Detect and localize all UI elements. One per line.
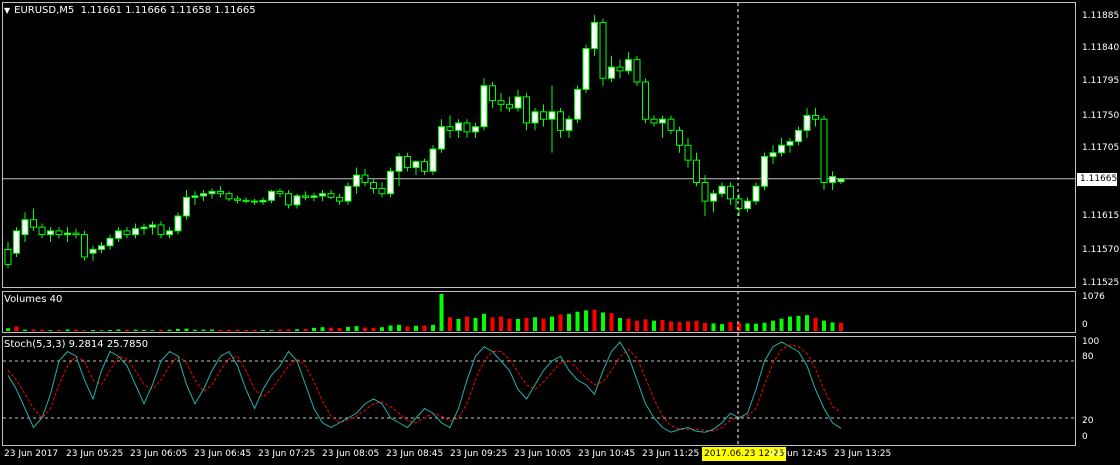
time-tick: 23 Jun 08:05: [322, 449, 380, 459]
price-scale-label: 1.11840: [1082, 43, 1120, 53]
stoch-title: Stoch(5,3,3) 9.2814 25.7850: [4, 339, 149, 350]
time-tick: 23 Jun 2017: [4, 449, 59, 459]
chart-title: ▼ EURUSD,M5 1.11661 1.11666 1.11658 1.116…: [4, 5, 256, 16]
ohlc-label: 1.11661 1.11666 1.11658 1.11665: [80, 5, 256, 16]
stoch-scale-label: 0: [1082, 432, 1088, 442]
price-scale-label: 1.11750: [1082, 111, 1120, 121]
price-scale-label: 1.11615: [1082, 211, 1120, 221]
price-scale-label: 1.11705: [1082, 143, 1120, 153]
time-tick: 23 Jun 11:25: [642, 449, 700, 459]
symbol-label: EURUSD,M5: [14, 5, 75, 16]
time-tick: 23 Jun 10:45: [578, 449, 636, 459]
price-scale-label: 1.11525: [1082, 278, 1120, 288]
time-tick: 23 Jun 13:25: [834, 449, 892, 459]
price-chart-pane[interactable]: [2, 2, 1076, 288]
stoch-scale-label: 80: [1082, 352, 1094, 362]
time-tick: 23 Jun 12:45: [770, 449, 828, 459]
volume-scale-label: 0: [1082, 320, 1088, 330]
time-tick: 23 Jun 06:45: [194, 449, 252, 459]
time-tick: 23 Jun 09:25: [450, 449, 508, 459]
current-price-label: 1.11665: [1077, 173, 1117, 186]
time-tick: 23 Jun 08:45: [386, 449, 444, 459]
time-tick: 23 Jun 05:25: [66, 449, 124, 459]
volume-scale-label: 1076: [1082, 292, 1105, 302]
volumes-title: Volumes 40: [4, 294, 63, 305]
time-tick: 23 Jun 06:05: [130, 449, 188, 459]
price-scale-label: 1.11795: [1082, 76, 1120, 86]
stochastic-pane[interactable]: [2, 336, 1076, 446]
time-tick: 23 Jun 10:05: [514, 449, 572, 459]
volumes-pane[interactable]: [2, 291, 1076, 333]
stoch-scale-label: 100: [1082, 337, 1100, 347]
time-tick: 23 Jun 07:25: [258, 449, 316, 459]
price-scale-label: 1.11885: [1082, 11, 1120, 21]
stoch-scale-label: 20: [1082, 416, 1094, 426]
dropdown-triangle-icon[interactable]: ▼: [4, 6, 10, 15]
price-scale-label: 1.11570: [1082, 245, 1120, 255]
